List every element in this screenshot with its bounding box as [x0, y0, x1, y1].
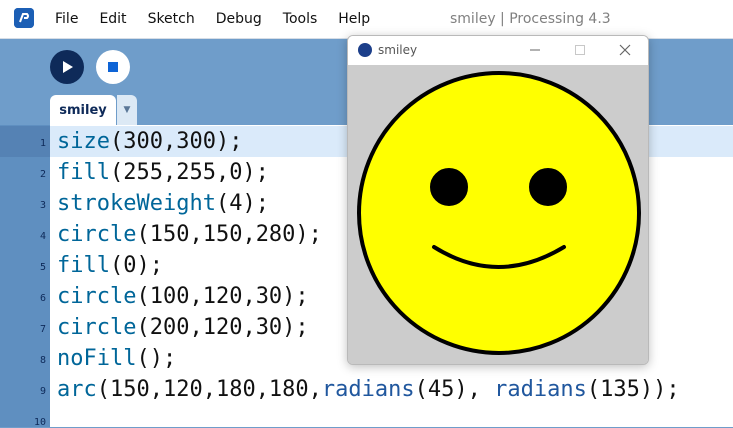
- code-line[interactable]: size(300,300);: [57, 126, 242, 157]
- menu-debug[interactable]: Debug: [216, 11, 262, 27]
- left-eye: [430, 168, 468, 206]
- code-function: arc: [57, 377, 97, 402]
- code-line[interactable]: circle(100,120,30);: [57, 281, 309, 312]
- code-args: (4);: [215, 191, 269, 216]
- code-function: fill: [57, 253, 110, 278]
- code-function: fill: [57, 160, 110, 185]
- line-number: 6: [39, 293, 46, 304]
- code-line[interactable]: arc(150,120,180,180,radians(45), radians…: [57, 374, 680, 405]
- code-function: circle: [57, 284, 137, 309]
- menu: File Edit Sketch Debug Tools Help: [55, 0, 391, 38]
- line-number: 8: [39, 355, 46, 366]
- menu-file[interactable]: File: [55, 11, 78, 27]
- code-line[interactable]: fill(255,255,0);: [57, 157, 269, 188]
- right-eye: [529, 168, 567, 206]
- code-args: (0);: [109, 253, 163, 278]
- code-function: circle: [57, 222, 137, 247]
- tab-menu-button[interactable]: ▼: [117, 95, 137, 125]
- sketch-title: smiley: [378, 43, 418, 57]
- code-line[interactable]: fill(0);: [57, 250, 163, 281]
- menu-edit[interactable]: Edit: [99, 11, 126, 27]
- run-button[interactable]: [50, 50, 84, 84]
- window-title: smiley | Processing 4.3: [450, 11, 611, 27]
- processing-logo-icon: [14, 8, 34, 28]
- maximize-button[interactable]: [565, 39, 595, 61]
- code-args: (100,120,30);: [136, 284, 309, 309]
- menu-sketch[interactable]: Sketch: [148, 11, 195, 27]
- line-number: 3: [39, 200, 46, 211]
- code-args: ();: [136, 346, 177, 371]
- code-args: (300,300);: [109, 129, 243, 154]
- face-circle: [357, 71, 641, 355]
- code-line[interactable]: circle(200,120,30);: [57, 312, 309, 343]
- sketch-canvas[interactable]: [348, 65, 648, 364]
- code-function: noFill: [57, 346, 137, 371]
- line-number: 2: [39, 169, 46, 180]
- code-function: strokeWeight: [57, 191, 216, 216]
- code-args: (200,120,30);: [136, 315, 309, 340]
- tab-smiley[interactable]: smiley: [50, 95, 116, 125]
- sketch-window[interactable]: smiley: [347, 35, 649, 365]
- close-button[interactable]: [610, 39, 640, 61]
- menu-bar: File Edit Sketch Debug Tools Help smiley…: [0, 0, 733, 39]
- processing-sketch-icon: [358, 43, 372, 57]
- stop-button[interactable]: [96, 50, 130, 84]
- play-icon: [63, 61, 73, 73]
- sketch-titlebar[interactable]: smiley: [348, 36, 648, 65]
- menu-tools[interactable]: Tools: [283, 11, 318, 27]
- line-number: 9: [39, 386, 46, 397]
- line-number: 5: [39, 262, 46, 273]
- code-args: (45),: [414, 377, 495, 402]
- code-args: (255,255,0);: [109, 160, 269, 185]
- line-number: 1: [39, 138, 46, 149]
- code-function: size: [57, 129, 110, 154]
- menu-help[interactable]: Help: [338, 11, 370, 27]
- code-function: radians: [321, 377, 415, 402]
- code-line[interactable]: noFill();: [57, 343, 176, 374]
- stop-icon: [108, 62, 118, 72]
- smiley-drawing: [348, 65, 648, 364]
- code-args: (135));: [586, 377, 680, 402]
- chevron-down-icon: ▼: [123, 105, 131, 115]
- minimize-icon: [530, 49, 540, 51]
- code-line[interactable]: circle(150,150,280);: [57, 219, 322, 250]
- code-args: (150,150,280);: [136, 222, 322, 247]
- maximize-icon: [575, 45, 585, 55]
- close-icon: [619, 44, 631, 56]
- code-line[interactable]: strokeWeight(4);: [57, 188, 269, 219]
- line-number: 10: [33, 417, 46, 428]
- code-function: radians: [494, 377, 587, 402]
- minimize-button[interactable]: [520, 39, 550, 61]
- line-number: 7: [39, 324, 46, 335]
- line-number: 4: [39, 231, 46, 242]
- code-function: circle: [57, 315, 137, 340]
- code-args: (150,120,180,180,: [96, 377, 322, 402]
